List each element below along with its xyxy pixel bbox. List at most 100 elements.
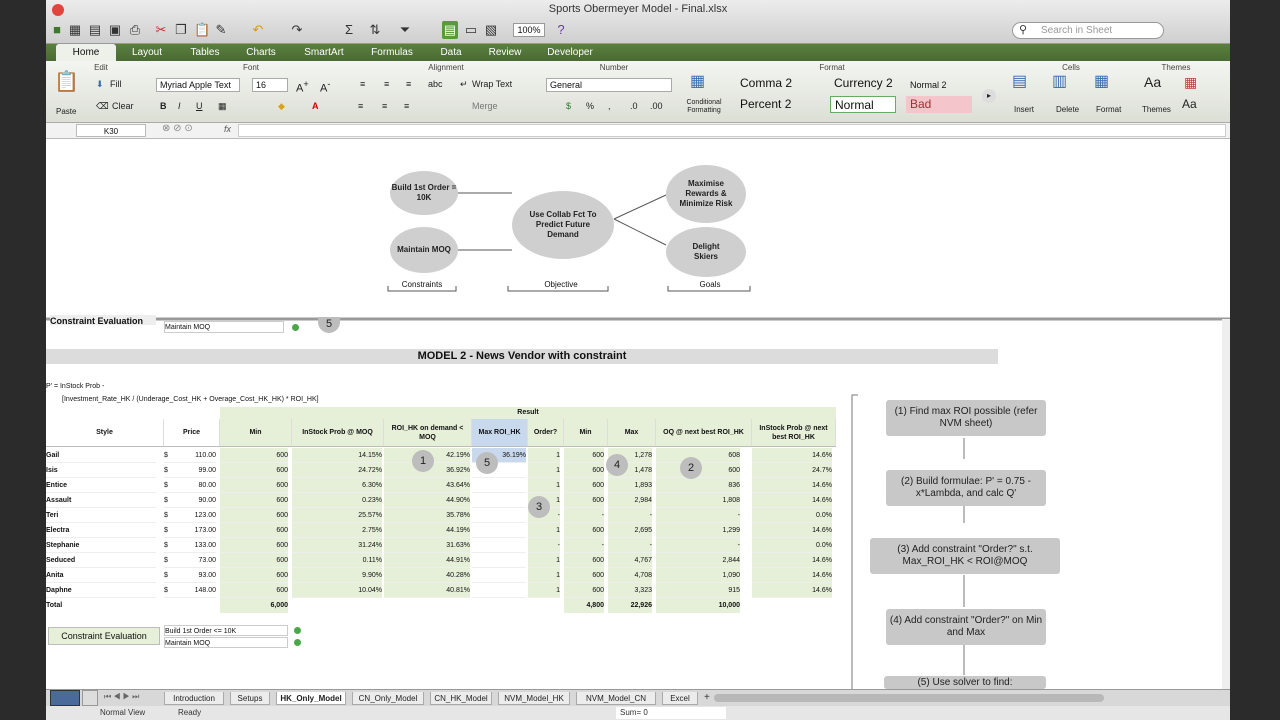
sheet-tab[interactable]: Introduction bbox=[164, 692, 224, 705]
table-cell[interactable]: $ bbox=[164, 508, 176, 523]
table-cell[interactable]: 14.6% bbox=[752, 478, 832, 493]
table-cell[interactable]: 43.64% bbox=[384, 478, 470, 493]
name-box[interactable]: K30 bbox=[76, 124, 146, 137]
style-normal-2[interactable]: Normal 2 bbox=[906, 77, 972, 94]
table-cell[interactable]: 600 bbox=[564, 568, 604, 583]
table-cell[interactable]: - bbox=[528, 538, 560, 553]
table-cell[interactable]: 1 bbox=[528, 448, 560, 463]
sheet-tab[interactable]: Setups bbox=[230, 692, 270, 705]
row-style-name[interactable]: Gail bbox=[46, 448, 156, 463]
table-cell[interactable]: 1 bbox=[528, 583, 560, 598]
underline-icon[interactable]: U bbox=[196, 99, 203, 113]
table-cell[interactable]: 0.11% bbox=[292, 553, 382, 568]
table-cell[interactable]: - bbox=[608, 508, 652, 523]
table-cell[interactable]: 6.30% bbox=[292, 478, 382, 493]
gallery-icon[interactable]: ▤ bbox=[442, 21, 458, 39]
total-cell[interactable]: 4,800 bbox=[564, 598, 604, 613]
tab-home[interactable]: Home bbox=[56, 44, 116, 61]
table-cell[interactable]: 1 bbox=[528, 568, 560, 583]
search-input[interactable]: Search in Sheet bbox=[1012, 22, 1164, 39]
tab-tables[interactable]: Tables bbox=[180, 44, 230, 61]
table-cell[interactable]: 600 bbox=[220, 553, 288, 568]
total-cell[interactable]: 6,000 bbox=[220, 598, 288, 613]
fill-button[interactable]: Fill bbox=[110, 77, 122, 91]
paste-button[interactable]: Paste bbox=[56, 105, 76, 119]
table-cell[interactable]: 600 bbox=[220, 463, 288, 478]
delete-button[interactable]: Delete bbox=[1056, 103, 1079, 117]
table-cell[interactable]: 44.91% bbox=[384, 553, 470, 568]
table-cell[interactable]: $ bbox=[164, 463, 176, 478]
sheet-tab[interactable]: HK_Only_Model bbox=[276, 692, 346, 705]
row-style-name[interactable]: Daphne bbox=[46, 583, 156, 598]
sheet-tab[interactable]: CN_HK_Model bbox=[430, 692, 492, 705]
table-cell[interactable]: 14.15% bbox=[292, 448, 382, 463]
table-cell[interactable]: 1,090 bbox=[656, 568, 740, 583]
total-cell[interactable]: 22,926 bbox=[608, 598, 652, 613]
table-cell[interactable]: 1,299 bbox=[656, 523, 740, 538]
table-cell[interactable]: $ bbox=[164, 583, 176, 598]
table-cell[interactable]: 1 bbox=[528, 553, 560, 568]
sheet-tab[interactable]: NVM_Model_CN bbox=[576, 692, 656, 705]
theme-fonts-icon[interactable]: Aa bbox=[1182, 97, 1197, 111]
row-style-name[interactable]: Electra bbox=[46, 523, 156, 538]
style-normal[interactable]: Normal bbox=[830, 96, 896, 113]
table-cell[interactable]: 4,708 bbox=[608, 568, 652, 583]
style-currency-2[interactable]: Currency 2 bbox=[830, 75, 900, 92]
comma-icon[interactable]: , bbox=[608, 99, 611, 113]
align-center-icon[interactable]: ≡ bbox=[382, 99, 387, 113]
table-cell[interactable] bbox=[472, 553, 526, 568]
table-cell[interactable] bbox=[472, 508, 526, 523]
table-cell[interactable]: 14.6% bbox=[752, 523, 832, 538]
sheet-tab[interactable]: Excel bbox=[662, 692, 698, 705]
tab-formulas[interactable]: Formulas bbox=[364, 44, 420, 61]
table-cell[interactable]: 2.75% bbox=[292, 523, 382, 538]
wrap-text-button[interactable]: Wrap Text bbox=[472, 77, 512, 91]
table-cell[interactable]: 1 bbox=[528, 478, 560, 493]
cut-icon[interactable]: ✂ bbox=[154, 21, 168, 39]
table-cell[interactable]: - bbox=[564, 508, 604, 523]
align-right-icon[interactable]: ≡ bbox=[404, 99, 409, 113]
table-cell[interactable]: 600 bbox=[564, 553, 604, 568]
tab-developer[interactable]: Developer bbox=[540, 44, 600, 61]
autosum-icon[interactable]: Σ bbox=[342, 21, 356, 39]
sheet-tab[interactable]: CN_Only_Model bbox=[352, 692, 424, 705]
redo-icon[interactable]: ↷ bbox=[290, 21, 304, 39]
table-cell[interactable]: 1,893 bbox=[608, 478, 652, 493]
vertical-scrollbar[interactable] bbox=[1222, 319, 1230, 689]
table-cell[interactable] bbox=[472, 523, 526, 538]
filter-icon[interactable]: ⏷ bbox=[398, 21, 412, 39]
insert-button[interactable]: Insert bbox=[1014, 103, 1034, 117]
table-cell[interactable]: 40.28% bbox=[384, 568, 470, 583]
table-cell[interactable]: 600 bbox=[564, 493, 604, 508]
table-cell[interactable]: 600 bbox=[564, 478, 604, 493]
total-cell[interactable]: 10,000 bbox=[656, 598, 740, 613]
table-cell[interactable]: $ bbox=[164, 448, 176, 463]
table-cell[interactable]: 600 bbox=[564, 583, 604, 598]
conditional-formatting-button[interactable]: Conditional Formatting bbox=[678, 99, 730, 115]
table-cell[interactable]: - bbox=[656, 508, 740, 523]
table-cell[interactable]: 0.0% bbox=[752, 508, 832, 523]
table-cell[interactable]: 836 bbox=[656, 478, 740, 493]
table-cell[interactable]: 3,323 bbox=[608, 583, 652, 598]
table-cell[interactable]: 110.00 bbox=[176, 448, 216, 463]
new-icon[interactable]: ■ bbox=[50, 21, 64, 39]
grid-icon[interactable]: ▦ bbox=[68, 21, 82, 39]
row-style-name[interactable]: Teri bbox=[46, 508, 156, 523]
format-button[interactable]: Format bbox=[1096, 103, 1121, 117]
table-cell[interactable] bbox=[472, 493, 526, 508]
table-cell[interactable]: 31.63% bbox=[384, 538, 470, 553]
page-layout-icon[interactable] bbox=[82, 690, 98, 706]
table-cell[interactable]: 40.81% bbox=[384, 583, 470, 598]
theme-colors-icon[interactable]: ▦ bbox=[1184, 75, 1197, 89]
table-cell[interactable]: 600 bbox=[564, 523, 604, 538]
table-cell[interactable]: 600 bbox=[220, 448, 288, 463]
fill-color-icon[interactable]: ◆ bbox=[278, 99, 285, 113]
number-format-select[interactable]: General bbox=[546, 78, 672, 92]
percent-icon[interactable]: % bbox=[586, 99, 594, 113]
clear-button[interactable]: Clear bbox=[112, 99, 134, 113]
tab-review[interactable]: Review bbox=[480, 44, 530, 61]
open-icon[interactable]: ▤ bbox=[88, 21, 102, 39]
media-icon[interactable]: ▧ bbox=[484, 21, 498, 39]
copy-icon[interactable]: ❐ bbox=[174, 21, 188, 39]
table-cell[interactable]: 14.6% bbox=[752, 553, 832, 568]
